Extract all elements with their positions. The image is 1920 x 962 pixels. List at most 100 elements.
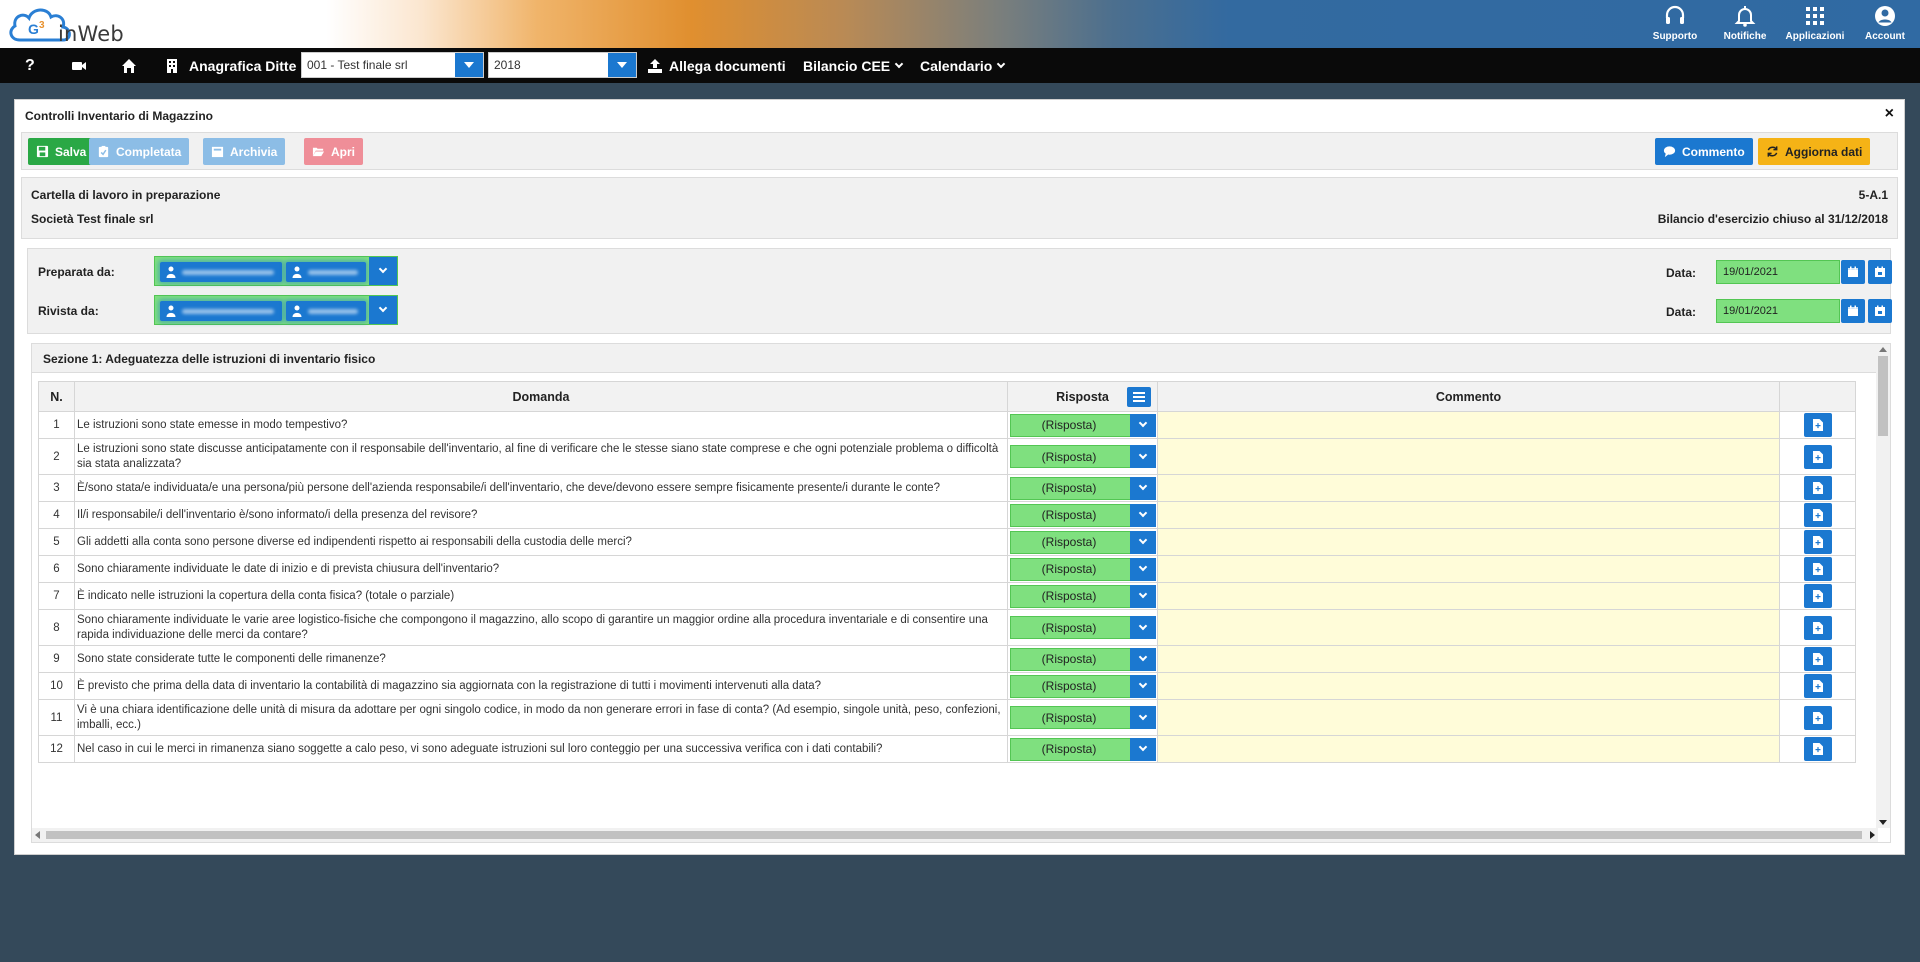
answer-select[interactable]: (Risposta): [1010, 503, 1156, 527]
rivista-user-select[interactable]: [154, 295, 398, 325]
calendar-icon: [1848, 305, 1858, 316]
answer-cell: (Risposta): [1007, 609, 1158, 646]
preparata-dropdown-button[interactable]: [369, 257, 397, 285]
answer-dropdown-button[interactable]: [1130, 530, 1156, 554]
answer-select[interactable]: (Risposta): [1010, 530, 1156, 554]
answer-select[interactable]: (Risposta): [1010, 557, 1156, 581]
help-button[interactable]: ?: [25, 48, 35, 83]
person-icon: [292, 266, 302, 278]
answer-dropdown-button[interactable]: [1130, 584, 1156, 608]
answer-select[interactable]: (Risposta): [1010, 476, 1156, 500]
rivista-dropdown-button[interactable]: [369, 296, 397, 324]
company-dropdown-arrow-icon[interactable]: [455, 53, 483, 77]
attach-document-button[interactable]: [1803, 557, 1832, 581]
support-button[interactable]: Supporto: [1640, 0, 1710, 48]
bilancio-cee-menu[interactable]: Bilancio CEE: [803, 48, 904, 83]
comment-input[interactable]: [1157, 501, 1780, 529]
year-select[interactable]: 2018: [488, 52, 637, 78]
answer-placeholder: (Risposta): [1041, 589, 1097, 603]
scroll-down-icon[interactable]: [1879, 820, 1887, 825]
attach-document-button[interactable]: [1803, 674, 1832, 698]
notifications-button[interactable]: Notifiche: [1710, 0, 1780, 48]
comment-input[interactable]: [1157, 411, 1780, 439]
attach-document-button[interactable]: [1803, 737, 1832, 761]
answer-select[interactable]: (Risposta): [1010, 616, 1156, 639]
attach-document-button[interactable]: [1803, 503, 1832, 527]
scroll-up-icon[interactable]: [1879, 347, 1887, 352]
attach-document-button[interactable]: [1803, 584, 1832, 608]
attach-document-button[interactable]: [1803, 647, 1832, 671]
attach-document-button[interactable]: [1803, 444, 1832, 469]
answer-select[interactable]: (Risposta): [1010, 647, 1156, 671]
comment-input[interactable]: [1157, 699, 1780, 736]
answer-dropdown-button[interactable]: [1130, 445, 1156, 468]
answer-dropdown-button[interactable]: [1130, 557, 1156, 581]
completata-button[interactable]: Completata: [89, 138, 190, 165]
answer-dropdown-button[interactable]: [1130, 706, 1156, 729]
actions-cell: [1779, 474, 1856, 502]
video-button[interactable]: [71, 48, 87, 83]
close-button[interactable]: ×: [1885, 105, 1894, 123]
comment-input[interactable]: [1157, 474, 1780, 502]
calendario-menu[interactable]: Calendario: [920, 48, 1006, 83]
applications-button[interactable]: Applicazioni: [1780, 0, 1850, 48]
attach-document-button[interactable]: [1803, 476, 1832, 500]
scroll-left-icon[interactable]: [35, 831, 40, 839]
g3-logo[interactable]: G 3 inWeb: [6, 2, 156, 46]
attach-document-button[interactable]: [1803, 615, 1832, 640]
answer-dropdown-button[interactable]: [1130, 503, 1156, 527]
answer-select[interactable]: (Risposta): [1010, 413, 1156, 437]
allega-documenti-button[interactable]: Allega documenti: [647, 48, 786, 83]
answer-cell: (Risposta): [1007, 582, 1158, 610]
comment-input[interactable]: [1157, 735, 1780, 763]
horizontal-scroll-thumb[interactable]: [46, 831, 1862, 839]
account-label: Account: [1865, 31, 1905, 42]
year-dropdown-arrow-icon[interactable]: [608, 53, 636, 77]
question-text: È previsto che prima della data di inven…: [74, 672, 1008, 700]
refresh-data-button[interactable]: Aggiorna dati: [1758, 138, 1871, 165]
answer-select[interactable]: (Risposta): [1010, 445, 1156, 468]
apri-button[interactable]: Apri: [304, 138, 363, 165]
rivista-calendar-button[interactable]: [1841, 299, 1865, 323]
answer-dropdown-button[interactable]: [1130, 737, 1156, 761]
bulk-answer-button[interactable]: [1127, 387, 1151, 407]
answer-dropdown-button[interactable]: [1130, 616, 1156, 639]
preparata-today-button[interactable]: [1868, 260, 1892, 284]
answer-select[interactable]: (Risposta): [1010, 706, 1156, 729]
scroll-right-icon[interactable]: [1870, 831, 1875, 839]
comment-button[interactable]: Commento: [1655, 138, 1753, 165]
answer-dropdown-button[interactable]: [1130, 476, 1156, 500]
comment-input[interactable]: [1157, 609, 1780, 646]
account-button[interactable]: Account: [1850, 0, 1920, 48]
horizontal-scrollbar[interactable]: [32, 828, 1878, 842]
answer-select[interactable]: (Risposta): [1010, 737, 1156, 761]
home-button[interactable]: [121, 48, 137, 83]
answer-select[interactable]: (Risposta): [1010, 674, 1156, 698]
save-button[interactable]: Salva: [28, 138, 95, 165]
answer-dropdown-button[interactable]: [1130, 647, 1156, 671]
attach-document-button[interactable]: [1803, 705, 1832, 730]
comment-input[interactable]: [1157, 582, 1780, 610]
actions-cell: [1779, 699, 1856, 736]
vertical-scrollbar[interactable]: [1876, 344, 1890, 828]
archivia-button[interactable]: Archivia: [203, 138, 286, 165]
comment-input[interactable]: [1157, 645, 1780, 673]
vertical-scroll-thumb[interactable]: [1878, 356, 1888, 436]
comment-input[interactable]: [1157, 672, 1780, 700]
preparata-date-input[interactable]: 19/01/2021: [1716, 260, 1840, 284]
anagrafica-ditte-button[interactable]: Anagrafica Ditte: [164, 48, 296, 83]
answer-dropdown-button[interactable]: [1130, 674, 1156, 698]
answer-dropdown-button[interactable]: [1130, 413, 1156, 437]
attach-document-button[interactable]: [1803, 530, 1832, 554]
rivista-date-input[interactable]: 19/01/2021: [1716, 299, 1840, 323]
attach-document-button[interactable]: [1803, 413, 1832, 437]
comment-input[interactable]: [1157, 528, 1780, 556]
column-header-commento: Commento: [1157, 381, 1780, 412]
comment-input[interactable]: [1157, 555, 1780, 583]
preparata-calendar-button[interactable]: [1841, 260, 1865, 284]
comment-input[interactable]: [1157, 438, 1780, 475]
rivista-today-button[interactable]: [1868, 299, 1892, 323]
answer-select[interactable]: (Risposta): [1010, 584, 1156, 608]
company-select[interactable]: 001 - Test finale srl: [301, 52, 484, 78]
preparata-user-select[interactable]: [154, 256, 398, 286]
